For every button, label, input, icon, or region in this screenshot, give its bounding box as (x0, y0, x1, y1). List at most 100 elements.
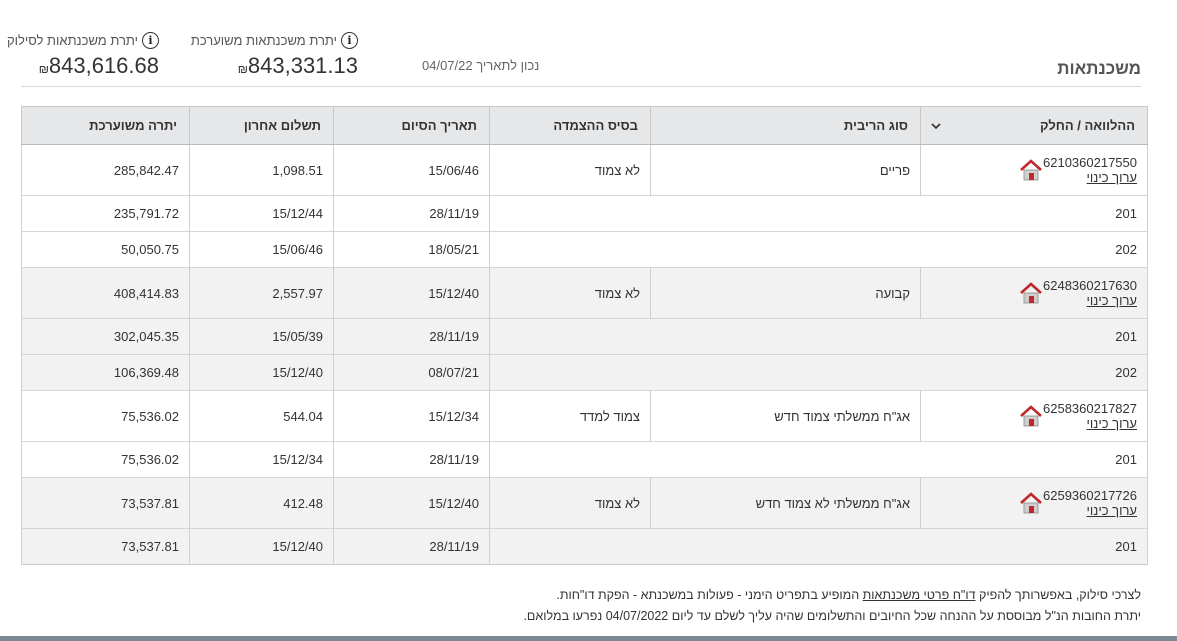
empty-cell (650, 231, 921, 268)
loan-cell: 6259360217726 ערוך כינוי (920, 477, 1148, 529)
loan-part-row: 201 28/11/19 15/12/40 73,537.81 (21, 528, 1148, 565)
empty-cell (650, 441, 921, 478)
balance-cell: 285,842.47 (21, 144, 190, 196)
payoff-balance-value: ₪843,616.68 (38, 53, 159, 78)
part-last-payment-cell: 15/12/44 (189, 195, 334, 232)
empty-cell (650, 528, 921, 565)
page-header: משכנתאות נכון לתאריך 04/07/22 i יתרת משכ… (7, 0, 1141, 87)
loan-number: 6258360217827 (1043, 401, 1137, 416)
part-balance-cell: 106,369.48 (21, 354, 190, 391)
info-icon[interactable]: i (341, 32, 358, 49)
balance-cell: 408,414.83 (21, 267, 190, 319)
end-date-cell: 15/12/40 (333, 477, 490, 529)
balance-cell: 73,537.81 (21, 477, 190, 529)
loan-cell: 6258360217827 ערוך כינוי (920, 390, 1148, 442)
mortgages-table: ההלוואה / החלק סוג הריבית בסיס ההצמדה תא… (21, 106, 1148, 565)
info-icon[interactable]: i (142, 32, 159, 49)
estimated-balance-label: יתרת משכנתאות משוערכת (190, 33, 337, 48)
column-header-end-date: תאריך הסיום (333, 106, 490, 145)
column-header-last-payment: תשלום אחרון (189, 106, 334, 145)
part-id-cell: 201 (920, 318, 1148, 355)
column-header-interest-type: סוג הריבית (650, 106, 921, 145)
currency-symbol: ₪ (38, 62, 49, 76)
house-icon (1020, 282, 1042, 304)
loan-number: 6210360217550 (1043, 155, 1137, 170)
index-base-cell: לא צמוד (489, 477, 651, 529)
loan-cell: 6210360217550 ערוך כינוי (920, 144, 1148, 196)
part-last-payment-cell: 15/12/34 (189, 441, 334, 478)
part-last-payment-cell: 15/06/46 (189, 231, 334, 268)
part-end-date-cell: 28/11/19 (333, 528, 490, 565)
edit-alias-link[interactable]: ערוך כינוי (1087, 293, 1137, 308)
empty-cell (489, 528, 651, 565)
house-icon (1020, 405, 1042, 427)
edit-alias-link[interactable]: ערוך כינוי (1087, 416, 1137, 431)
house-icon (1020, 492, 1042, 514)
part-last-payment-cell: 15/12/40 (189, 528, 334, 565)
mortgage-report-link[interactable]: דו"ח פרטי משכנתאות (863, 588, 976, 602)
house-icon (1020, 159, 1042, 181)
loan-row[interactable]: 6259360217726 ערוך כינוי אג"ח ממשלתי לא צמ… (21, 477, 1148, 529)
loan-number: 6259360217726 (1043, 488, 1137, 503)
last-payment-cell: 1,098.51 (189, 144, 334, 196)
empty-cell (489, 441, 651, 478)
part-last-payment-cell: 15/05/39 (189, 318, 334, 355)
loan-row[interactable]: 6210360217550 ערוך כינוי פריים לא צמוד 15/06… (21, 144, 1148, 196)
table-body: 6210360217550 ערוך כינוי פריים לא צמוד 15/06… (21, 144, 1148, 565)
part-last-payment-cell: 15/12/40 (189, 354, 334, 391)
loan-part-row: 201 28/11/19 15/05/39 302,045.35 (21, 318, 1148, 355)
empty-cell (650, 354, 921, 391)
part-balance-cell: 75,536.02 (21, 441, 190, 478)
column-header-loan[interactable]: ההלוואה / החלק (920, 106, 1148, 145)
last-payment-cell: 544.04 (189, 390, 334, 442)
interest-type-cell: אג"ח ממשלתי לא צמוד חדש (650, 477, 921, 529)
edit-alias-link[interactable]: ערוך כינוי (1087, 503, 1137, 518)
part-end-date-cell: 28/11/19 (333, 318, 490, 355)
footer-line-2: יתרת החובות הנ"ל מבוססת על ההנחה שכל החי… (523, 609, 1141, 623)
part-id-cell: 201 (920, 441, 1148, 478)
currency-symbol: ₪ (237, 62, 248, 76)
last-payment-cell: 412.48 (189, 477, 334, 529)
empty-cell (489, 231, 651, 268)
balance-cell: 75,536.02 (21, 390, 190, 442)
empty-cell (650, 318, 921, 355)
empty-cell (489, 195, 651, 232)
as-of-date: נכון לתאריך 04/07/22 (422, 58, 540, 73)
interest-type-cell: קבועה (650, 267, 921, 319)
index-base-cell: לא צמוד (489, 144, 651, 196)
loan-part-row: 202 08/07/21 15/12/40 106,369.48 (21, 354, 1148, 391)
part-end-date-cell: 28/11/19 (333, 441, 490, 478)
footer-notes: לצרכי סילוק, באפשרותך להפיק דו"ח פרטי מש… (21, 585, 1141, 627)
edit-alias-link[interactable]: ערוך כינוי (1087, 170, 1137, 185)
end-date-cell: 15/12/40 (333, 267, 490, 319)
part-end-date-cell: 18/05/21 (333, 231, 490, 268)
chevron-down-icon[interactable] (931, 121, 941, 131)
part-balance-cell: 302,045.35 (21, 318, 190, 355)
part-id-cell: 201 (920, 195, 1148, 232)
index-base-cell: לא צמוד (489, 267, 651, 319)
bottom-scroll-bar (0, 636, 1177, 641)
footer-line-1: לצרכי סילוק, באפשרותך להפיק דו"ח פרטי מש… (556, 588, 1141, 602)
column-header-estimated-balance: יתרה משוערכת (21, 106, 190, 145)
loan-row[interactable]: 6248360217630 ערוך כינוי קבועה לא צמוד 15/12… (21, 267, 1148, 319)
part-id-cell: 202 (920, 231, 1148, 268)
column-header-index-base: בסיס ההצמדה (489, 106, 651, 145)
payoff-balance-label: יתרת משכנתאות לסילוק (6, 33, 138, 48)
last-payment-cell: 2,557.97 (189, 267, 334, 319)
index-base-cell: צמוד למדד (489, 390, 651, 442)
page-title: משכנתאות (1057, 59, 1141, 78)
interest-type-cell: פריים (650, 144, 921, 196)
part-balance-cell: 235,791.72 (21, 195, 190, 232)
empty-cell (650, 195, 921, 232)
estimated-balance-value: ₪843,331.13 (237, 53, 358, 78)
end-date-cell: 15/12/34 (333, 390, 490, 442)
empty-cell (489, 318, 651, 355)
empty-cell (489, 354, 651, 391)
table-header-row: ההלוואה / החלק סוג הריבית בסיס ההצמדה תא… (21, 106, 1148, 145)
end-date-cell: 15/06/46 (333, 144, 490, 196)
loan-number: 6248360217630 (1043, 278, 1137, 293)
interest-type-cell: אג"ח ממשלתי צמוד חדש (650, 390, 921, 442)
loan-cell: 6248360217630 ערוך כינוי (920, 267, 1148, 319)
loan-row[interactable]: 6258360217827 ערוך כינוי אג"ח ממשלתי צמוד … (21, 390, 1148, 442)
loan-part-row: 201 28/11/19 15/12/34 75,536.02 (21, 441, 1148, 478)
